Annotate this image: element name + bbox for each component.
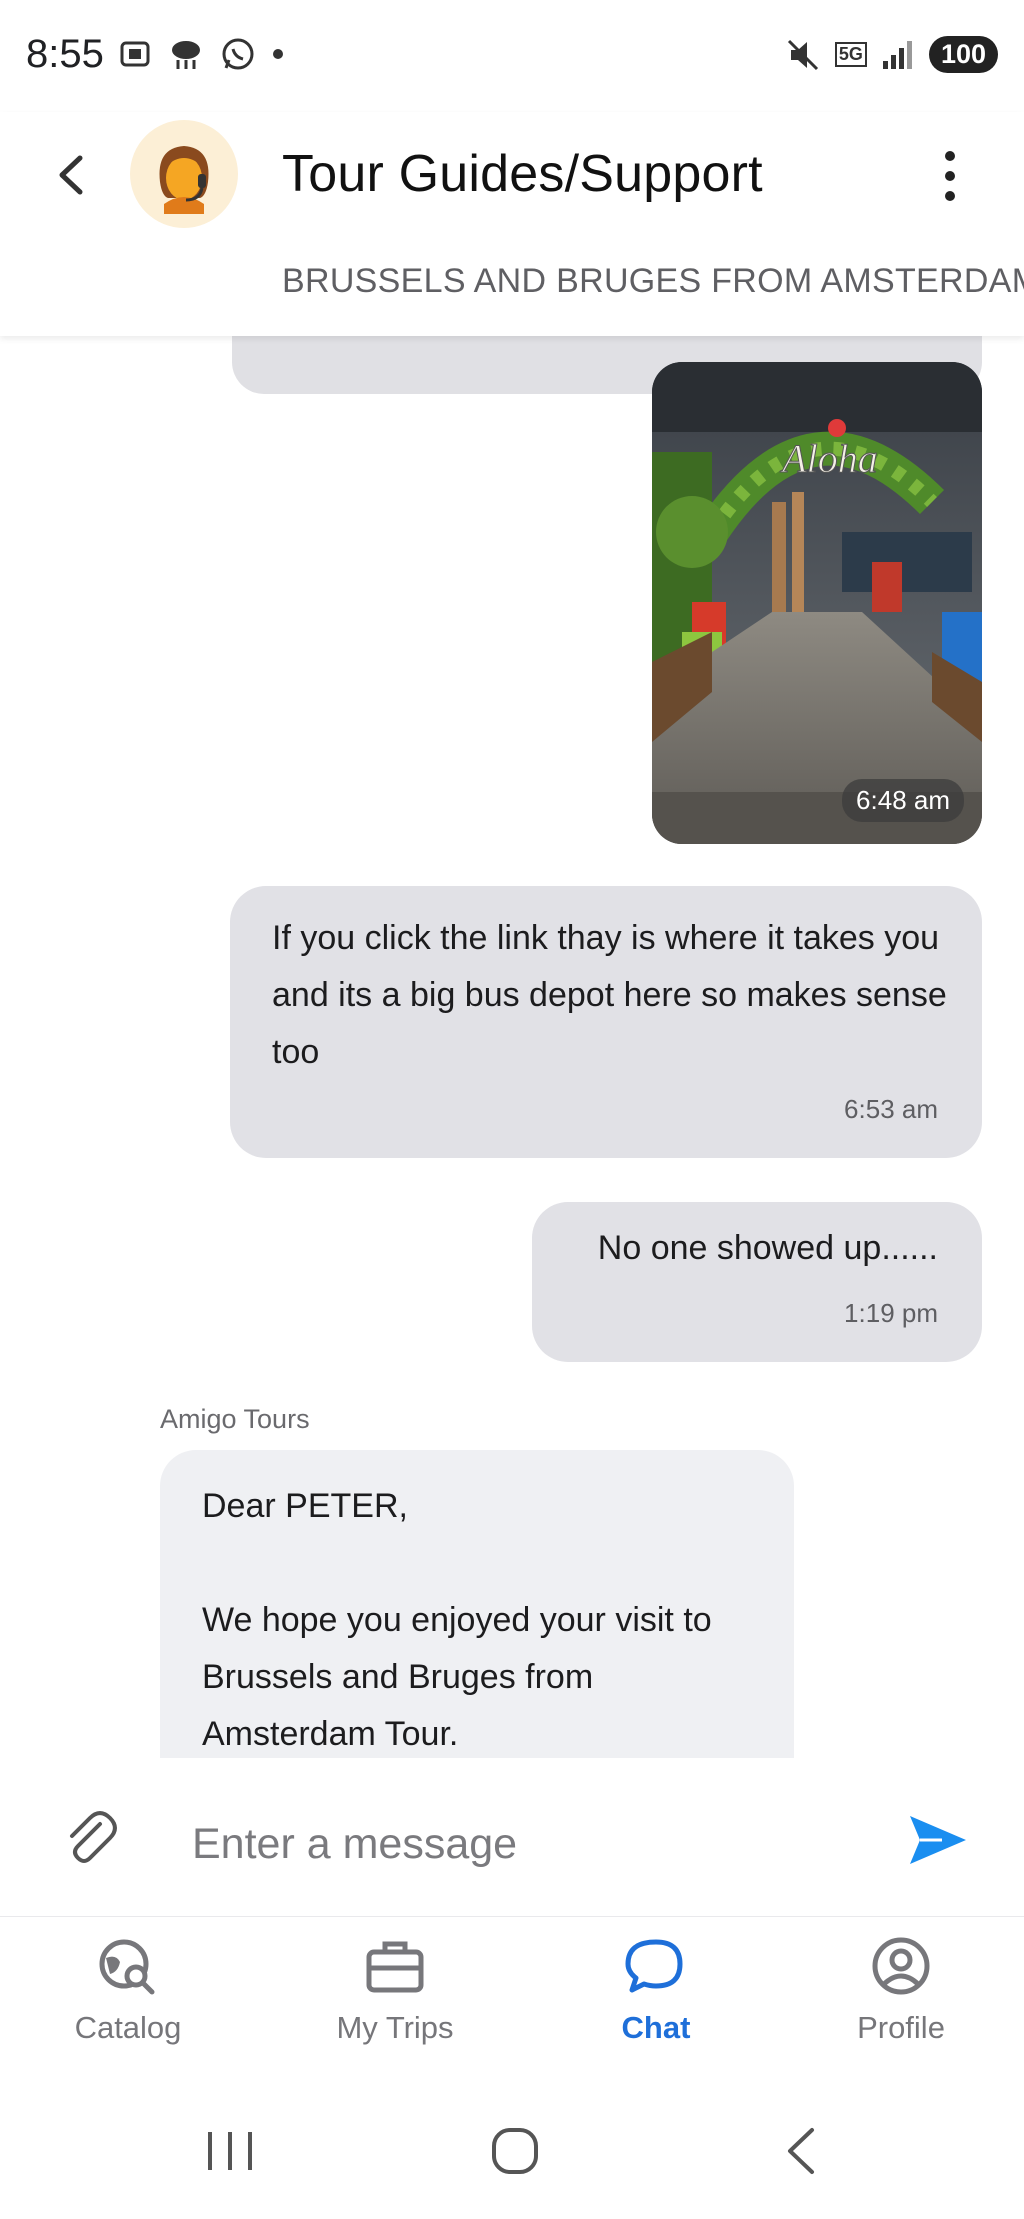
home-button[interactable] [490,2126,540,2176]
send-button[interactable] [906,1808,970,1872]
message-bubble-incoming[interactable]: Dear PETER, We hope you enjoyed your vis… [160,1450,794,1758]
briefcase-icon [366,1941,424,1993]
recent-apps-button[interactable] [200,2128,260,2174]
mute-icon [787,39,818,70]
sender-name: Amigo Tours [160,1404,310,1434]
status-time: 8:55 [26,32,104,76]
message-text: If you click the link thay is where it t… [272,919,957,1071]
message-text: No one showed up...... [597,1229,938,1267]
message-time: 6:53 am [844,1094,938,1124]
nav-label: Chat [621,2010,691,2045]
message-bubble-outgoing[interactable]: If you click the link thay is where it t… [230,886,982,1158]
more-options-button[interactable] [935,146,965,206]
aloha-sign: Aloha [779,436,878,481]
attachment-button[interactable] [60,1810,122,1872]
message-bubble-outgoing[interactable]: No one showed up...... 1:19 pm [532,1202,982,1362]
support-agent-icon [159,146,209,214]
message-text: Dear PETER, We hope you enjoyed your vis… [202,1487,712,1753]
back-button[interactable] [44,146,102,204]
battery-indicator: 100 [928,36,998,73]
signal-icon [882,40,912,69]
nav-label: My Trips [336,2010,454,2045]
status-notification-icons [118,36,284,72]
photo-aloha-entrance: Aloha [652,362,982,844]
tour-name-subtitle: BRUSSELS AND BRUGES FROM AMSTERDAM [282,262,1024,300]
nav-item-profile[interactable]: Profile [801,1934,1001,2054]
nav-item-my-trips[interactable]: My Trips [295,1934,495,2054]
nav-label: Profile [857,2010,945,2045]
status-system-icons: 5G 100 [785,36,998,73]
network-type: 5G [834,42,867,67]
page-title: Tour Guides/Support [282,145,763,203]
avatar [130,120,238,228]
message-list[interactable]: Aloha 6:48 am If you click the link thay… [0,336,1024,1758]
image-message[interactable]: Aloha 6:48 am [652,362,982,844]
dot-icon [273,49,283,59]
message-time: 6:48 am [842,779,964,822]
message-time: 1:19 pm [844,1298,938,1328]
profile-icon [872,1937,930,1995]
weather-icon [172,41,200,69]
nav-item-chat[interactable]: Chat [556,1934,756,2054]
catalog-icon [99,1939,155,1995]
nav-label: Catalog [74,2010,182,2045]
system-back-button[interactable] [782,2126,822,2176]
chat-icon [625,1939,683,1993]
nav-item-catalog[interactable]: Catalog [28,1934,228,2054]
whatsapp-icon [222,38,254,70]
screenshot-icon [120,41,150,67]
message-input[interactable] [192,1812,852,1876]
